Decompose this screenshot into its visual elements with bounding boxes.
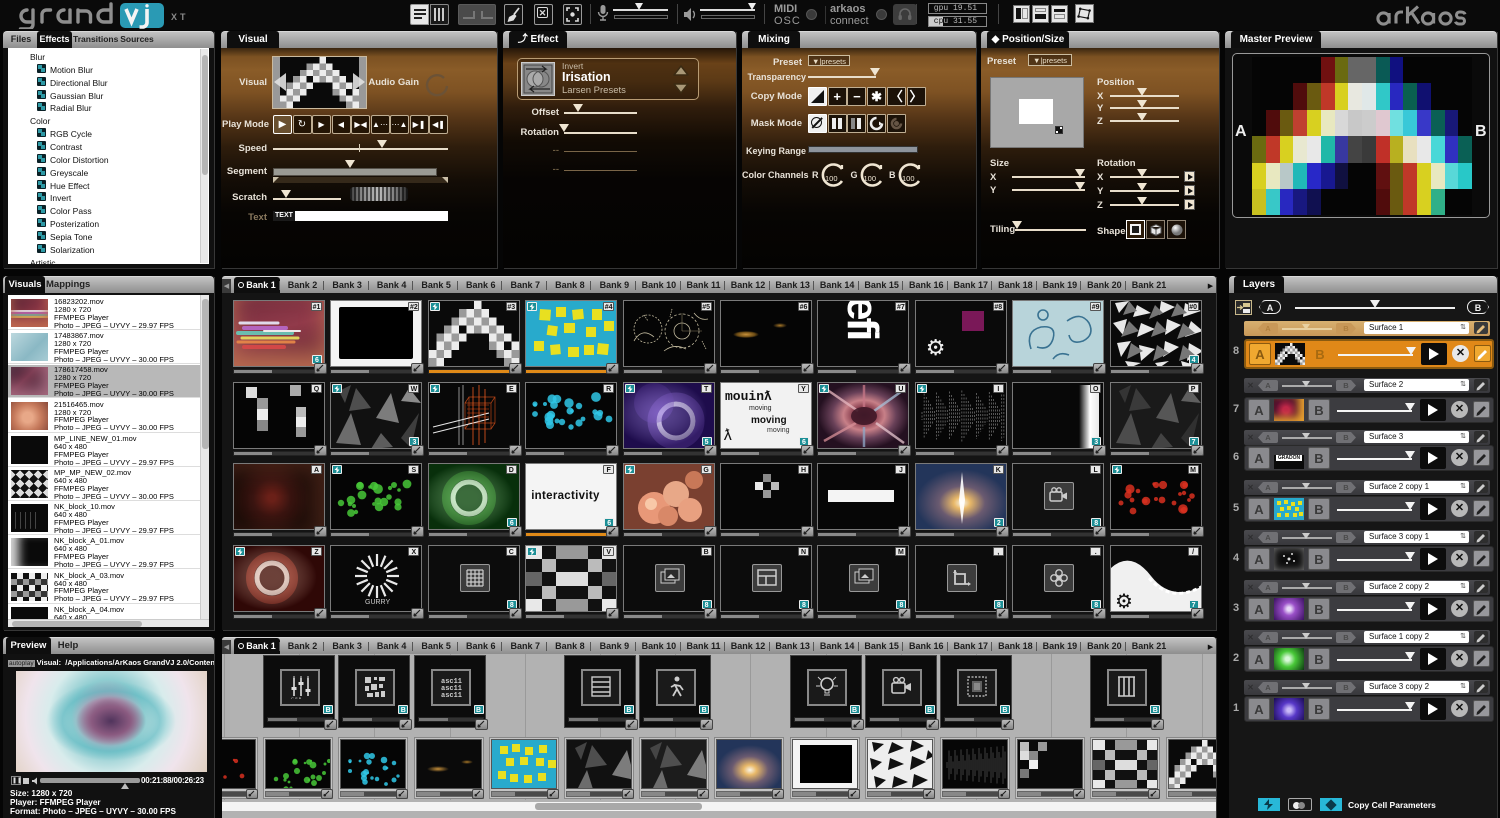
svg-text:⚙: ⚙ bbox=[1115, 591, 1133, 612]
svg-text:asc11: asc11 bbox=[441, 692, 462, 699]
svg-text:C S B: C S B bbox=[291, 696, 302, 699]
svg-text:XT: XT bbox=[171, 12, 189, 22]
svg-text:GURRY: GURRY bbox=[365, 599, 390, 606]
